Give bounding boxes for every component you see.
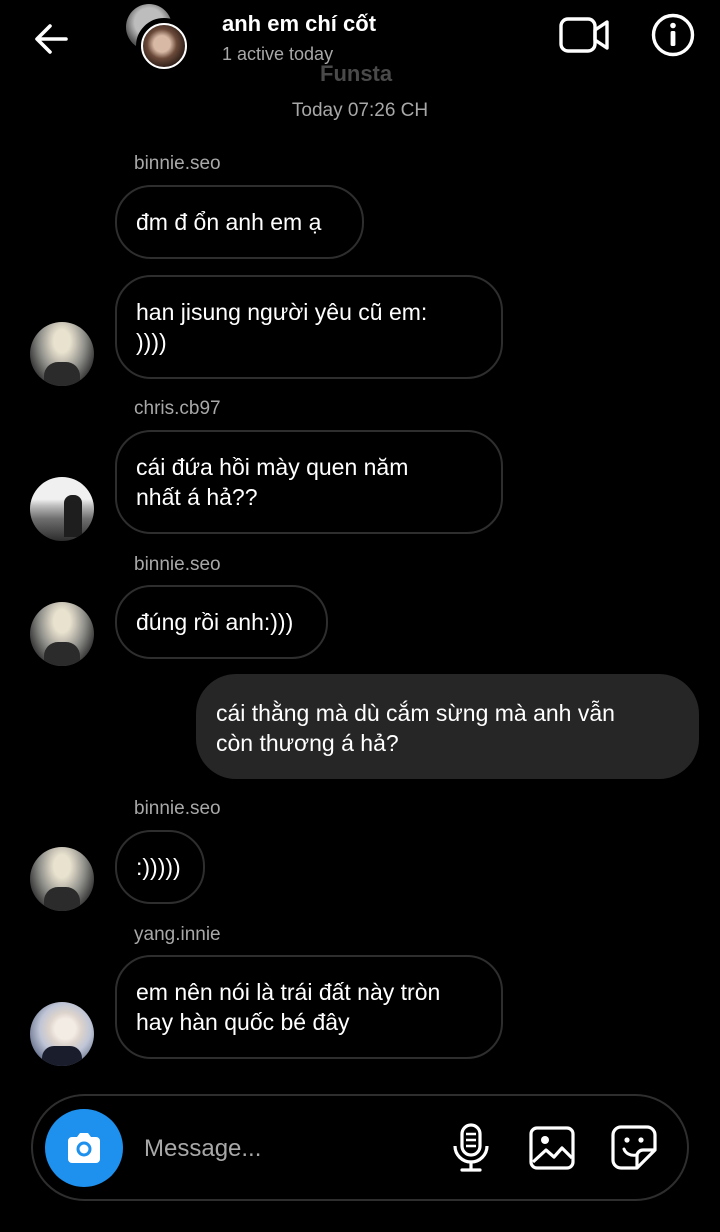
own-message-bubble[interactable]: cái thằng mà dù cắm sừng mà anh vẫn còn … — [196, 674, 699, 779]
message-bubble[interactable]: cái đứa hồi mày quen năm nhất á hả?? — [115, 430, 503, 534]
message-text: cái đứa hồi mày quen năm nhất á hả?? — [136, 454, 409, 510]
message-bubble[interactable]: đm đ ổn anh em ạ — [115, 185, 364, 259]
message-bubble[interactable]: :))))) — [115, 830, 205, 904]
message-timestamp: Today 07:26 CH — [291, 100, 429, 121]
avatar-binnie-seo[interactable] — [30, 602, 94, 666]
message-bubble[interactable]: em nên nói là trái đất này tròn hay hàn … — [115, 955, 503, 1059]
message-input[interactable] — [144, 1133, 424, 1165]
message-text: đm đ ổn anh em ạ — [136, 209, 322, 235]
avatar-chris-cb97[interactable] — [30, 477, 94, 541]
message-text: :))))) — [136, 854, 181, 880]
message-text: cái thằng mà dù cắm sừng mà anh vẫn còn … — [216, 700, 615, 756]
gallery-icon[interactable] — [527, 1122, 577, 1174]
back-arrow-icon[interactable] — [30, 18, 72, 60]
sender-name: binnie.seo — [134, 798, 221, 819]
account-label: Funsta — [320, 61, 393, 86]
avatar-binnie-seo[interactable] — [30, 847, 94, 911]
sender-name: yang.innie — [134, 924, 221, 945]
message-text: em nên nói là trái đất này tròn hay hàn … — [136, 979, 441, 1035]
message-bubble[interactable]: đúng rồi anh:))) — [115, 585, 328, 659]
sticker-icon[interactable] — [609, 1122, 659, 1174]
camera-icon — [68, 1133, 100, 1163]
message-text: đúng rồi anh:))) — [136, 609, 294, 635]
video-call-icon[interactable] — [558, 14, 610, 56]
avatar-binnie-seo[interactable] — [30, 322, 94, 386]
chat-title[interactable]: anh em chí cốt — [222, 11, 376, 37]
info-icon[interactable] — [650, 12, 696, 58]
sender-name: binnie.seo — [134, 153, 221, 174]
group-avatar-front — [136, 18, 192, 74]
message-text: han jisung người yêu cũ em: )))) — [136, 299, 428, 355]
message-bubble[interactable]: han jisung người yêu cũ em: )))) — [115, 275, 503, 379]
camera-button[interactable] — [45, 1109, 123, 1187]
microphone-icon[interactable] — [446, 1122, 496, 1174]
group-avatar[interactable] — [122, 4, 202, 74]
sender-name: chris.cb97 — [134, 398, 221, 419]
avatar-yang-innie[interactable] — [30, 1002, 94, 1066]
sender-name: binnie.seo — [134, 554, 221, 575]
active-status: 1 active today — [222, 44, 334, 64]
